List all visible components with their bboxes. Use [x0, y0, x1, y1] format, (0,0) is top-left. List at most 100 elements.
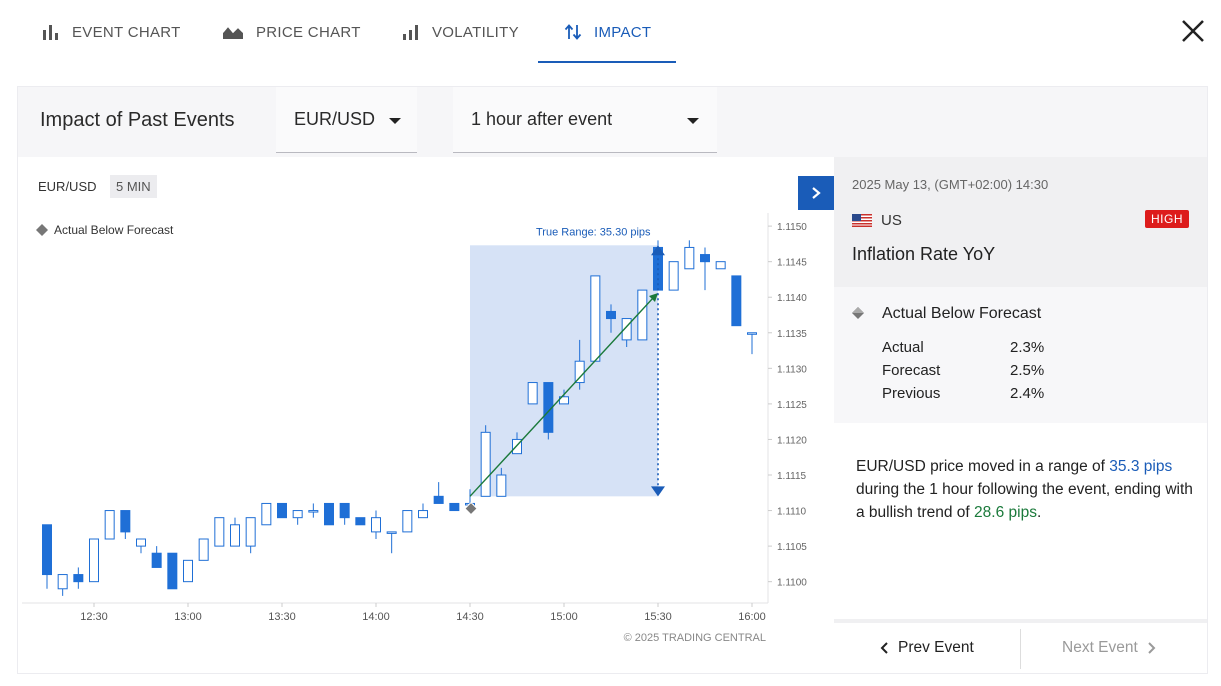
stat-value-actual: 2.3% [1010, 339, 1045, 356]
x-tick-label: 14:30 [456, 611, 484, 623]
event-info: 2025 May 13, (GMT+02:00) 14:30 US HIGH I… [834, 157, 1207, 673]
chevron-left-icon [880, 642, 888, 654]
candle-body [668, 261, 679, 291]
up-down-arrows-icon [564, 23, 582, 41]
candle-body [355, 517, 366, 526]
event-country: US [881, 212, 902, 229]
prev-event-label: Prev Event [898, 639, 974, 656]
summary-text: . [1036, 504, 1042, 521]
chevron-down-icon [687, 118, 699, 124]
tab-label: PRICE CHART [256, 23, 361, 41]
tab-bar: EVENT CHART PRICE CHART VOLATILITY IMPAC… [0, 0, 1221, 64]
tab-label: VOLATILITY [432, 23, 519, 41]
page-title: Impact of Past Events [40, 109, 235, 131]
y-tick-label: 1.1150 [777, 222, 807, 233]
candle-body [339, 502, 350, 519]
symbol-select[interactable]: EUR/USD [276, 87, 417, 153]
candle-body [402, 510, 413, 533]
x-tick-label: 12:30 [80, 611, 108, 623]
candle-body [261, 502, 272, 526]
candle-body [496, 474, 507, 497]
time-window-select-value: 1 hour after event [471, 109, 613, 129]
next-event-button[interactable]: Next Event [1062, 623, 1156, 673]
candle-body [433, 495, 444, 504]
bar-chart-icon [42, 24, 60, 40]
candle-body [418, 510, 428, 519]
event-header: 2025 May 13, (GMT+02:00) 14:30 US HIGH I… [834, 157, 1207, 287]
summary-text: EUR/USD price moved in a range of [856, 458, 1110, 475]
y-tick-label: 1.1135 [777, 329, 807, 340]
event-navigation: Prev Event Next Event [834, 619, 1207, 673]
divider [1020, 629, 1021, 669]
y-tick-label: 1.1125 [777, 400, 807, 411]
next-event-label: Next Event [1062, 639, 1138, 656]
summary-range: 35.3 pips [1109, 458, 1173, 475]
y-tick-label: 1.1115 [777, 471, 807, 482]
tab-label: EVENT CHART [72, 23, 181, 41]
candle-body [277, 502, 287, 519]
candle-body [73, 574, 84, 583]
candle-body [245, 517, 256, 547]
chart-area: EUR/USD 5 MIN True Range: 35.30 pips 1.11… [18, 157, 834, 673]
candle-body [590, 275, 601, 362]
candle-body [386, 531, 397, 534]
tab-price-chart[interactable]: PRICE CHART [222, 0, 361, 64]
tab-event-chart[interactable]: EVENT CHART [42, 0, 181, 64]
tab-impact[interactable]: IMPACT [564, 0, 651, 64]
us-flag-icon [852, 214, 872, 227]
candle-body [715, 261, 726, 270]
tab-label: IMPACT [594, 23, 652, 41]
candle-body [527, 382, 538, 405]
y-tick-label: 1.1130 [777, 364, 807, 375]
event-outcome: Actual Below Forecast Actual 2.3% Foreca… [834, 287, 1207, 423]
candle-body [151, 552, 162, 568]
candle-body [57, 574, 68, 590]
stat-label-actual: Actual [882, 339, 924, 356]
candle-body [292, 510, 303, 519]
prev-event-button[interactable]: Prev Event [880, 623, 974, 673]
volatility-bars-icon [402, 24, 420, 40]
active-tab-indicator [538, 61, 676, 63]
chart-copyright: © 2025 TRADING CENTRAL [624, 632, 766, 644]
tab-volatility[interactable]: VOLATILITY [402, 0, 519, 64]
time-window-select[interactable]: 1 hour after event [453, 87, 717, 153]
x-tick-label: 13:00 [174, 611, 202, 623]
candle-body [449, 502, 460, 512]
candle-body [308, 510, 319, 513]
candle-body [214, 517, 225, 547]
candle-body [198, 538, 209, 561]
candlestick-chart: True Range: 35.30 pips 1.1150 1.1145 1.1140… [22, 213, 807, 644]
x-tick-label: 15:00 [550, 611, 578, 623]
chart-legend: Actual Below Forecast [54, 223, 174, 237]
candle-body [684, 246, 695, 270]
range-box [470, 245, 658, 497]
outcome-label: Actual Below Forecast [882, 305, 1042, 322]
range-label: True Range: 35.30 pips [536, 226, 651, 238]
candle-body [480, 431, 491, 497]
stat-value-previous: 2.4% [1010, 385, 1045, 402]
candle-body [606, 310, 616, 320]
event-name: Inflation Rate YoY [852, 244, 996, 264]
candle-body [324, 502, 334, 526]
candle-body [89, 538, 99, 583]
symbol-select-value: EUR/USD [294, 109, 376, 129]
stat-label-previous: Previous [882, 385, 941, 402]
x-tick-label: 15:30 [644, 611, 672, 623]
y-tick-label: 1.1105 [777, 542, 807, 553]
y-tick-label: 1.1140 [777, 293, 807, 304]
chevron-right-icon [1148, 642, 1156, 654]
y-tick-label: 1.1145 [777, 258, 807, 269]
candle-body [574, 360, 585, 384]
panel-header: Impact of Past Events EUR/USD 1 hour aft… [18, 87, 1207, 157]
candle-body [42, 524, 52, 576]
candle-body [371, 517, 381, 533]
chevron-down-icon [389, 118, 401, 124]
stat-value-forecast: 2.5% [1010, 362, 1045, 379]
candle-body [731, 275, 742, 327]
impact-badge: HIGH [1145, 210, 1189, 228]
candle-body [230, 524, 240, 547]
x-tick-label: 16:00 [738, 611, 766, 623]
candle-body [136, 538, 146, 547]
candle-body [700, 254, 710, 263]
close-icon[interactable] [1178, 16, 1208, 46]
